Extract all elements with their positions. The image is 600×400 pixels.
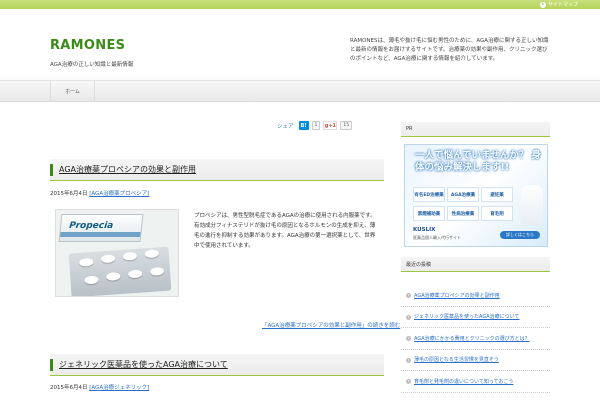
ad-category: 性病治療薬 <box>447 206 479 221</box>
recent-post-link[interactable]: ジェネリック医薬品を使ったAGA治療について <box>414 313 519 320</box>
ad-subtext: 医薬品個人輸入代行サイト <box>413 235 461 240</box>
ad-category: AGA治療薬 <box>447 187 479 202</box>
post-title-link[interactable]: ジェネリック医薬品を使ったAGA治療について <box>59 359 228 370</box>
post-thumbnail[interactable]: Propecia <box>55 209 179 297</box>
post-title-bar: ジェネリック医薬品を使ったAGA治療について <box>50 354 384 376</box>
medicine-box-band <box>60 232 141 237</box>
pill <box>100 254 116 264</box>
ad-category: 禁煙補助薬 <box>413 206 445 221</box>
arrow-bullet-icon <box>406 336 411 341</box>
pill <box>78 257 94 267</box>
main-nav: ホーム <box>0 80 600 102</box>
post-category-link[interactable]: [AGA治療ジェネリック] <box>89 385 149 391</box>
list-item: ジェネリック医薬品を使ったAGA治療について <box>401 307 550 328</box>
medicine-box-label: Propecia <box>68 221 114 231</box>
hatena-count: 1 <box>311 121 321 130</box>
site-title[interactable]: RAMONES <box>50 38 125 53</box>
pill <box>122 251 138 261</box>
post-meta: 2015年6月4日 [AGA治療ジェネリック] <box>50 383 149 391</box>
list-item: AGA治療薬プロペシアの効果と副作用 <box>401 285 550 307</box>
ad-category: 有名ED治療薬 <box>413 187 445 202</box>
list-item: 育毛剤と発毛剤の違いについて知っておこう <box>401 371 550 393</box>
sitemap-link-label: サイトマップ <box>547 2 578 8</box>
title-accent-bar <box>50 359 53 371</box>
pill <box>144 249 160 259</box>
recent-post-link[interactable]: 育毛剤と発毛剤の違いについて知っておこう <box>414 378 513 385</box>
post-title-bar: AGA治療薬プロペシアの効果と副作用 <box>50 159 384 181</box>
recent-post-link[interactable]: AGA治療にかかる費用とクリニックの選び方とは？ <box>414 335 530 342</box>
pill <box>106 272 121 281</box>
pill <box>149 266 165 276</box>
share-buttons: シェア B! 1 g+1 15 <box>277 121 353 130</box>
sidebar-recent-heading: 最近の投稿 <box>401 257 550 272</box>
read-more-link[interactable]: 「AGA治療薬プロペシアの効果と副作用」の続きを読む <box>262 321 400 329</box>
arrow-bullet-icon <box>406 293 411 298</box>
list-item: 薄毛の原因となる生活習慣を見直そう <box>401 350 550 371</box>
top-bar: サイトマップ <box>0 0 600 9</box>
arrow-right-icon <box>539 1 546 8</box>
post-category-link[interactable]: [AGA治療薬プロペシア] <box>89 191 149 197</box>
arrow-bullet-icon <box>406 314 411 320</box>
ad-cta-button[interactable]: 詳しくはこちら <box>500 231 540 239</box>
hatena-bookmark-icon[interactable]: B! <box>298 121 309 130</box>
doctor-illustration <box>521 185 543 225</box>
arrow-bullet-icon <box>406 357 411 363</box>
ad-banner[interactable]: 一人で悩んでいませんか？ 身体の悩み解決します!! 有名ED治療薬 AGA治療薬… <box>404 144 548 247</box>
nav-item-home[interactable]: ホーム <box>50 81 95 102</box>
post-meta: 2015年6月4日 [AGA治療薬プロペシア] <box>50 189 149 197</box>
post-date: 2015年6月4日 <box>50 385 88 391</box>
recent-post-link[interactable]: 薄毛の原因となる生活習慣を見直そう <box>414 356 499 363</box>
site-description: AGA治療の正しい知識と最新情報 <box>50 62 134 68</box>
list-item: AGA治療にかかる費用とクリニックの選び方とは？ <box>401 328 550 350</box>
ad-category: 避妊薬 <box>481 187 513 202</box>
ad-headline: 一人で悩んでいませんか？ 身体の悩み解決します!! <box>415 150 542 173</box>
header-intro-text: RAMONESは、薄毛や抜け毛に悩む男性のために、AGA治療に関する正しい知識と… <box>350 38 549 62</box>
recent-posts-list: AGA治療薬プロペシアの効果と副作用 ジェネリック医薬品を使ったAGA治療につい… <box>401 285 550 393</box>
medicine-box: Propecia <box>58 214 144 242</box>
arrow-bullet-icon <box>406 379 411 384</box>
sitemap-link[interactable]: サイトマップ <box>539 1 578 8</box>
pill <box>127 269 143 279</box>
sidebar-pr-heading: PR <box>401 122 550 137</box>
blister-pack <box>68 246 172 296</box>
title-accent-bar <box>50 164 53 176</box>
pill <box>84 275 99 285</box>
ad-category: 育毛剤 <box>481 206 513 221</box>
post-excerpt: プロペシアは、男性型脱毛症であるAGAの治療に使用される内服薬です。有効成分フィ… <box>194 213 376 249</box>
google-plus-count: 15 <box>340 121 353 130</box>
google-plus-icon[interactable]: g+1 <box>323 121 338 130</box>
post-date: 2015年6月4日 <box>50 191 88 197</box>
ad-logo: KUSLIX <box>413 227 436 233</box>
share-label: シェア <box>277 123 294 130</box>
recent-post-link[interactable]: AGA治療薬プロペシアの効果と副作用 <box>414 292 500 299</box>
post-title-link[interactable]: AGA治療薬プロペシアの効果と副作用 <box>59 164 196 175</box>
